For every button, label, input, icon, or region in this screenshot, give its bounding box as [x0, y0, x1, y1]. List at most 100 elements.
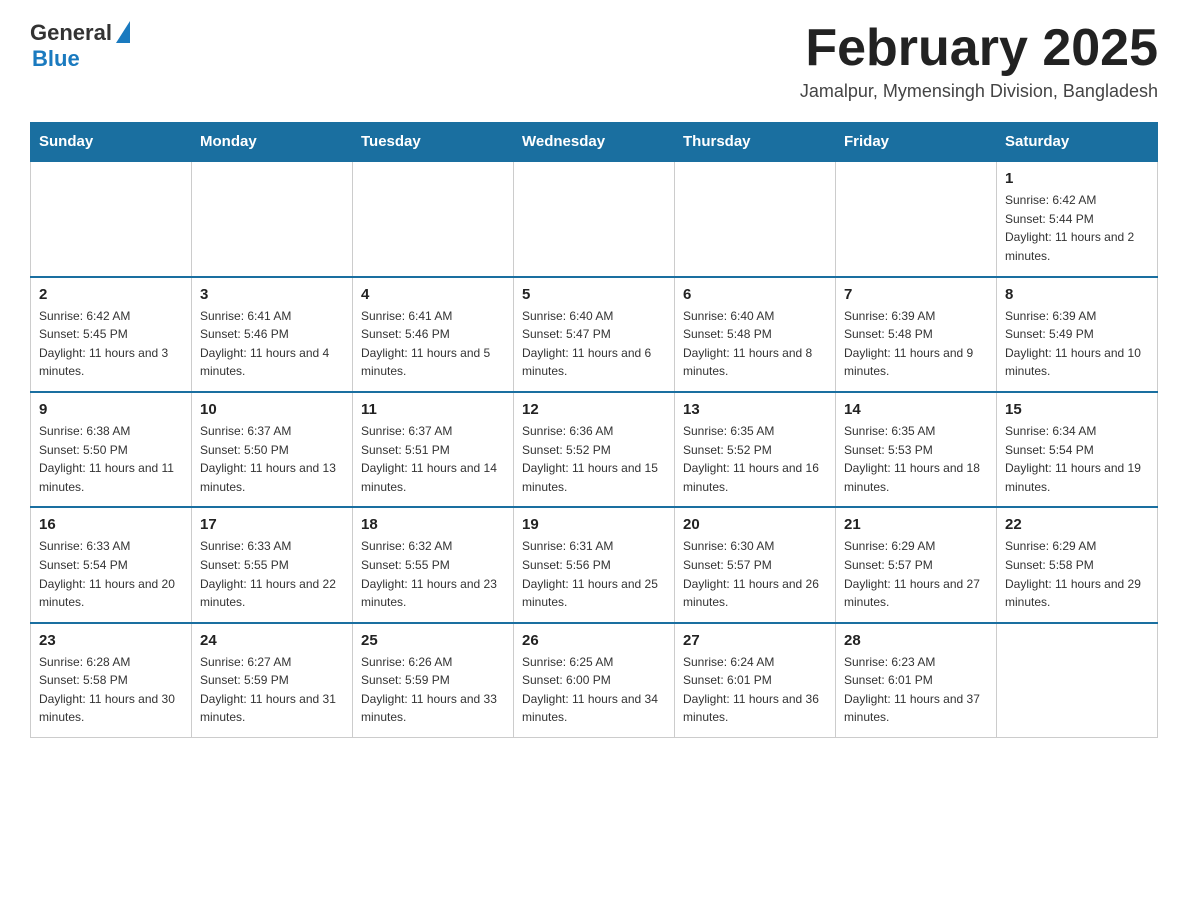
calendar-cell [192, 161, 353, 276]
calendar-cell [31, 161, 192, 276]
day-number: 23 [39, 632, 183, 649]
page-header: General Blue February 2025 Jamalpur, Mym… [30, 20, 1158, 102]
calendar-week-row: 23Sunrise: 6:28 AMSunset: 5:58 PMDayligh… [31, 623, 1158, 738]
day-info: Sunrise: 6:41 AMSunset: 5:46 PMDaylight:… [361, 307, 505, 381]
day-info: Sunrise: 6:32 AMSunset: 5:55 PMDaylight:… [361, 537, 505, 611]
logo-blue-text: Blue [32, 46, 80, 72]
day-info: Sunrise: 6:29 AMSunset: 5:58 PMDaylight:… [1005, 537, 1149, 611]
calendar-cell: 4 Sunrise: 6:41 AMSunset: 5:46 PMDaylight… [353, 277, 514, 392]
calendar-cell: 10Sunrise: 6:37 AMSunset: 5:50 PMDayligh… [192, 392, 353, 507]
calendar-cell [675, 161, 836, 276]
title-block: February 2025 Jamalpur, Mymensingh Divis… [800, 20, 1158, 102]
day-number: 22 [1005, 516, 1149, 533]
day-number: 11 [361, 401, 505, 418]
calendar-cell: 1 Sunrise: 6:42 AMSunset: 5:44 PMDaylight… [997, 161, 1158, 276]
day-number: 28 [844, 632, 988, 649]
day-number: 2 [39, 286, 183, 303]
month-title: February 2025 [800, 20, 1158, 77]
day-info: Sunrise: 6:26 AMSunset: 5:59 PMDaylight:… [361, 653, 505, 727]
day-info: Sunrise: 6:23 AMSunset: 6:01 PMDaylight:… [844, 653, 988, 727]
day-number: 26 [522, 632, 666, 649]
day-number: 7 [844, 286, 988, 303]
day-number: 25 [361, 632, 505, 649]
calendar-cell: 15 Sunrise: 6:34 AMSunset: 5:54 PMDayligh… [997, 392, 1158, 507]
day-info: Sunrise: 6:27 AMSunset: 5:59 PMDaylight:… [200, 653, 344, 727]
calendar-day-header: Monday [192, 123, 353, 162]
day-number: 8 [1005, 286, 1149, 303]
calendar-cell: 17 Sunrise: 6:33 AMSunset: 5:55 PMDayligh… [192, 507, 353, 622]
calendar-cell: 16 Sunrise: 6:33 AMSunset: 5:54 PMDayligh… [31, 507, 192, 622]
day-info: Sunrise: 6:39 AMSunset: 5:48 PMDaylight:… [844, 307, 988, 381]
calendar-cell: 23Sunrise: 6:28 AMSunset: 5:58 PMDayligh… [31, 623, 192, 738]
calendar-day-header: Sunday [31, 123, 192, 162]
calendar-cell: 5 Sunrise: 6:40 AMSunset: 5:47 PMDaylight… [514, 277, 675, 392]
day-number: 12 [522, 401, 666, 418]
location-subtitle: Jamalpur, Mymensingh Division, Banglades… [800, 81, 1158, 102]
logo: General Blue [30, 20, 130, 72]
day-info: Sunrise: 6:31 AMSunset: 5:56 PMDaylight:… [522, 537, 666, 611]
calendar-cell: 22 Sunrise: 6:29 AMSunset: 5:58 PMDayligh… [997, 507, 1158, 622]
calendar-week-row: 1 Sunrise: 6:42 AMSunset: 5:44 PMDaylight… [31, 161, 1158, 276]
calendar-day-header: Friday [836, 123, 997, 162]
calendar-cell [514, 161, 675, 276]
day-info: Sunrise: 6:42 AMSunset: 5:44 PMDaylight:… [1005, 191, 1149, 265]
day-number: 17 [200, 516, 344, 533]
calendar-cell: 26 Sunrise: 6:25 AMSunset: 6:00 PMDayligh… [514, 623, 675, 738]
calendar-cell: 21 Sunrise: 6:29 AMSunset: 5:57 PMDayligh… [836, 507, 997, 622]
day-info: Sunrise: 6:24 AMSunset: 6:01 PMDaylight:… [683, 653, 827, 727]
day-info: Sunrise: 6:41 AMSunset: 5:46 PMDaylight:… [200, 307, 344, 381]
day-number: 20 [683, 516, 827, 533]
day-info: Sunrise: 6:34 AMSunset: 5:54 PMDaylight:… [1005, 422, 1149, 496]
day-info: Sunrise: 6:33 AMSunset: 5:55 PMDaylight:… [200, 537, 344, 611]
day-number: 1 [1005, 170, 1149, 187]
calendar-cell: 20 Sunrise: 6:30 AMSunset: 5:57 PMDayligh… [675, 507, 836, 622]
calendar-cell: 27 Sunrise: 6:24 AMSunset: 6:01 PMDayligh… [675, 623, 836, 738]
day-info: Sunrise: 6:33 AMSunset: 5:54 PMDaylight:… [39, 537, 183, 611]
day-info: Sunrise: 6:35 AMSunset: 5:53 PMDaylight:… [844, 422, 988, 496]
calendar-cell: 8 Sunrise: 6:39 AMSunset: 5:49 PMDaylight… [997, 277, 1158, 392]
day-number: 4 [361, 286, 505, 303]
calendar-cell: 24 Sunrise: 6:27 AMSunset: 5:59 PMDayligh… [192, 623, 353, 738]
day-info: Sunrise: 6:40 AMSunset: 5:48 PMDaylight:… [683, 307, 827, 381]
day-number: 19 [522, 516, 666, 533]
calendar-header-row: SundayMondayTuesdayWednesdayThursdayFrid… [31, 123, 1158, 162]
calendar-cell: 11 Sunrise: 6:37 AMSunset: 5:51 PMDayligh… [353, 392, 514, 507]
calendar-day-header: Wednesday [514, 123, 675, 162]
calendar-cell: 12Sunrise: 6:36 AMSunset: 5:52 PMDayligh… [514, 392, 675, 507]
calendar-cell: 18Sunrise: 6:32 AMSunset: 5:55 PMDayligh… [353, 507, 514, 622]
day-number: 27 [683, 632, 827, 649]
calendar-table: SundayMondayTuesdayWednesdayThursdayFrid… [30, 122, 1158, 738]
day-info: Sunrise: 6:42 AMSunset: 5:45 PMDaylight:… [39, 307, 183, 381]
day-number: 5 [522, 286, 666, 303]
day-number: 15 [1005, 401, 1149, 418]
day-info: Sunrise: 6:38 AMSunset: 5:50 PMDaylight:… [39, 422, 183, 496]
day-info: Sunrise: 6:25 AMSunset: 6:00 PMDaylight:… [522, 653, 666, 727]
calendar-week-row: 16 Sunrise: 6:33 AMSunset: 5:54 PMDayligh… [31, 507, 1158, 622]
calendar-cell: 28 Sunrise: 6:23 AMSunset: 6:01 PMDayligh… [836, 623, 997, 738]
calendar-cell: 2 Sunrise: 6:42 AMSunset: 5:45 PMDaylight… [31, 277, 192, 392]
day-number: 10 [200, 401, 344, 418]
calendar-week-row: 9 Sunrise: 6:38 AMSunset: 5:50 PMDaylight… [31, 392, 1158, 507]
day-info: Sunrise: 6:39 AMSunset: 5:49 PMDaylight:… [1005, 307, 1149, 381]
day-number: 9 [39, 401, 183, 418]
calendar-cell: 6 Sunrise: 6:40 AMSunset: 5:48 PMDaylight… [675, 277, 836, 392]
calendar-day-header: Saturday [997, 123, 1158, 162]
day-number: 16 [39, 516, 183, 533]
day-number: 24 [200, 632, 344, 649]
calendar-cell: 3 Sunrise: 6:41 AMSunset: 5:46 PMDaylight… [192, 277, 353, 392]
day-number: 14 [844, 401, 988, 418]
day-number: 6 [683, 286, 827, 303]
day-number: 21 [844, 516, 988, 533]
day-number: 3 [200, 286, 344, 303]
calendar-cell: 7 Sunrise: 6:39 AMSunset: 5:48 PMDaylight… [836, 277, 997, 392]
calendar-cell: 25 Sunrise: 6:26 AMSunset: 5:59 PMDayligh… [353, 623, 514, 738]
logo-triangle-icon [116, 21, 130, 43]
logo-general-text: General [30, 20, 112, 46]
day-info: Sunrise: 6:37 AMSunset: 5:51 PMDaylight:… [361, 422, 505, 496]
calendar-cell: 19 Sunrise: 6:31 AMSunset: 5:56 PMDayligh… [514, 507, 675, 622]
day-info: Sunrise: 6:30 AMSunset: 5:57 PMDaylight:… [683, 537, 827, 611]
calendar-cell [836, 161, 997, 276]
day-info: Sunrise: 6:29 AMSunset: 5:57 PMDaylight:… [844, 537, 988, 611]
day-info: Sunrise: 6:40 AMSunset: 5:47 PMDaylight:… [522, 307, 666, 381]
calendar-day-header: Tuesday [353, 123, 514, 162]
